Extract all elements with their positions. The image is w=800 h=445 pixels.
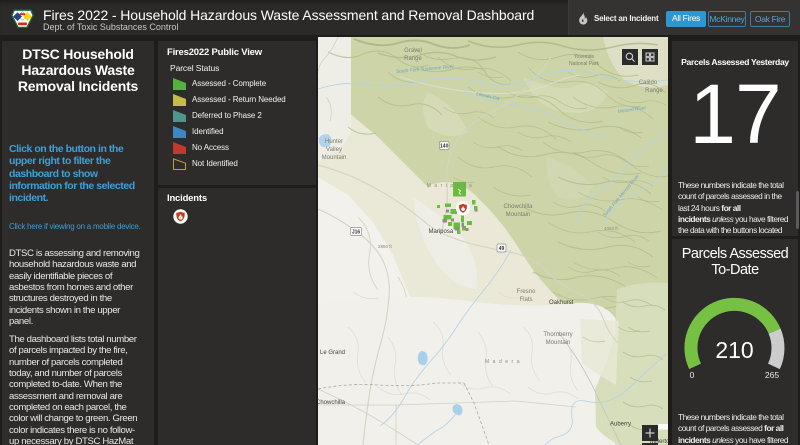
svg-text:Mariposa: Mariposa	[427, 183, 476, 189]
svg-text:Mountain: Mountain	[506, 212, 531, 218]
svg-text:Auberry: Auberry	[610, 422, 631, 428]
svg-text:4062 ft: 4062 ft	[604, 226, 619, 231]
svg-text:Valley: Valley	[326, 147, 342, 153]
svg-text:Flats: Flats	[519, 297, 532, 303]
svg-text:Calildo: Calildo	[639, 80, 658, 86]
svg-text:Fresno: Fresno	[517, 289, 536, 295]
svg-text:Chowchilla: Chowchilla	[318, 400, 346, 406]
svg-text:Yosemite: Yosemite	[574, 54, 595, 60]
svg-text:Range: Range	[645, 88, 663, 94]
svg-text:140: 140	[440, 144, 449, 150]
svg-text:National Park: National Park	[569, 61, 600, 67]
svg-text:J16: J16	[352, 230, 361, 236]
svg-text:210: 210	[715, 337, 753, 363]
svg-text:49: 49	[499, 246, 505, 252]
svg-text:265: 265	[765, 370, 779, 380]
svg-text:Le Grand: Le Grand	[320, 350, 345, 356]
svg-text:Madera: Madera	[485, 359, 523, 365]
svg-text:Mariposa: Mariposa	[429, 229, 454, 235]
svg-text:Gravel: Gravel	[404, 48, 422, 54]
svg-text:2850 ft: 2850 ft	[378, 244, 393, 249]
svg-text:Mountain: Mountain	[546, 340, 571, 346]
svg-text:0: 0	[690, 370, 695, 380]
svg-text:Oakhurst: Oakhurst	[549, 300, 574, 306]
svg-text:Hunter: Hunter	[325, 139, 343, 145]
svg-text:Mountain: Mountain	[322, 155, 347, 161]
svg-text:Range: Range	[404, 56, 422, 62]
svg-text:Thornberry: Thornberry	[543, 332, 572, 338]
svg-text:Chowchilla: Chowchilla	[503, 204, 533, 210]
